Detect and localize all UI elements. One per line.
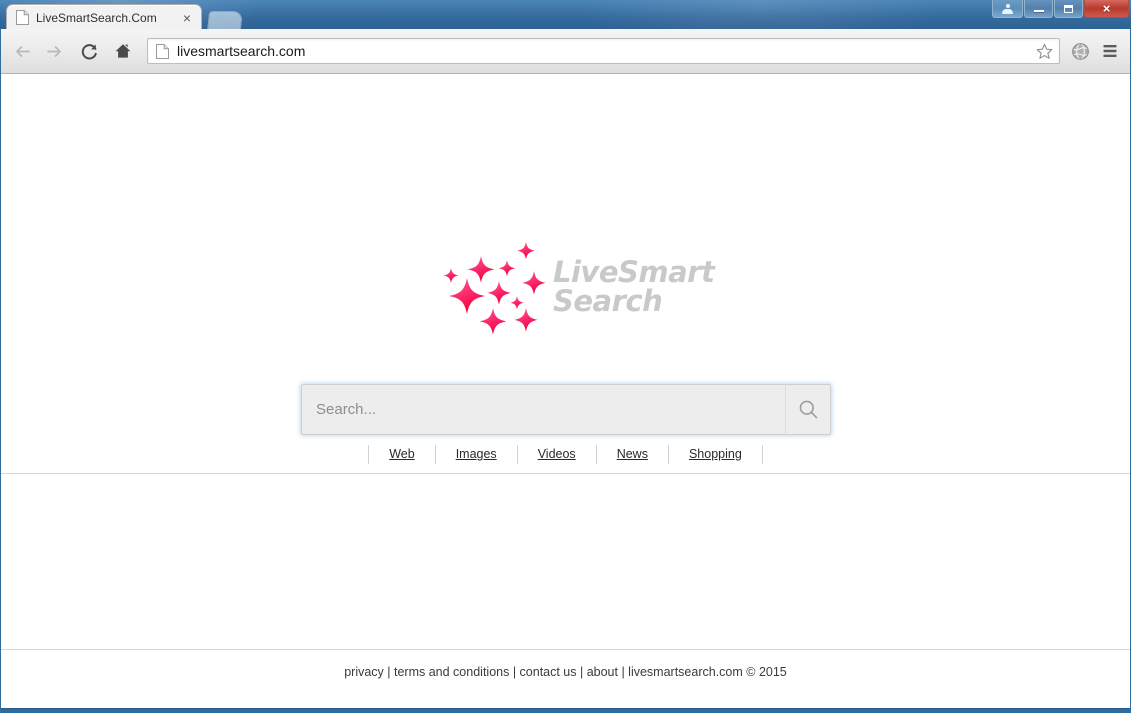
search-icon xyxy=(799,400,817,419)
browser-window: × LiveSmartSearch.Com × livesmartsearch.… xyxy=(0,0,1131,713)
tab-title: LiveSmartSearch.Com xyxy=(36,10,157,25)
minimize-icon xyxy=(1033,10,1044,12)
footer: privacy | terms and conditions | contact… xyxy=(1,665,1130,679)
maximize-button[interactable] xyxy=(1054,0,1083,18)
search-bar xyxy=(301,384,831,435)
nav-link-videos[interactable]: Videos xyxy=(518,445,596,464)
nav-link-images[interactable]: Images xyxy=(436,445,517,464)
divider-bottom xyxy=(1,649,1130,650)
back-arrow-icon xyxy=(16,45,30,57)
new-tab-button[interactable] xyxy=(207,11,243,30)
reload-icon xyxy=(81,43,97,59)
page-icon xyxy=(16,10,29,25)
divider-top xyxy=(1,473,1130,474)
address-bar[interactable]: livesmartsearch.com xyxy=(147,38,1060,64)
close-window-button[interactable]: × xyxy=(1084,0,1129,18)
category-nav: Web Images Videos News Shopping xyxy=(1,445,1130,464)
nav-link-shopping[interactable]: Shopping xyxy=(669,445,762,464)
logo-text: LiveSmart Search xyxy=(553,255,715,318)
search-input[interactable] xyxy=(301,384,785,435)
hero-section: LiveSmart Search Web Images Videos xyxy=(1,74,1130,474)
forward-button[interactable] xyxy=(40,37,69,66)
footer-text[interactable]: privacy | terms and conditions | contact… xyxy=(344,665,787,679)
maximize-icon xyxy=(1064,4,1073,13)
back-button[interactable] xyxy=(8,37,37,66)
nav-separator xyxy=(761,445,763,464)
menu-button[interactable] xyxy=(1095,37,1124,66)
forward-arrow-icon xyxy=(47,45,61,57)
globe-icon[interactable] xyxy=(1066,37,1095,66)
site-logo: LiveSmart Search xyxy=(437,236,715,336)
sparkles-icon xyxy=(443,242,546,334)
page-icon xyxy=(156,43,169,59)
close-icon: × xyxy=(1102,0,1111,16)
hamburger-icon xyxy=(1103,45,1116,57)
person-icon xyxy=(1002,3,1013,14)
reload-button[interactable] xyxy=(75,37,104,66)
browser-tab[interactable]: LiveSmartSearch.Com × xyxy=(6,4,202,30)
home-icon xyxy=(115,44,130,58)
bookmark-star-icon[interactable] xyxy=(1032,39,1056,63)
page-viewport: LiveSmart Search Web Images Videos xyxy=(1,74,1130,708)
address-bar-url: livesmartsearch.com xyxy=(177,43,306,59)
tab-strip: LiveSmartSearch.Com × xyxy=(0,0,1131,30)
search-button[interactable] xyxy=(785,384,831,435)
nav-link-news[interactable]: News xyxy=(597,445,668,464)
browser-toolbar: livesmartsearch.com xyxy=(1,29,1130,74)
tab-close-button[interactable]: × xyxy=(179,10,195,26)
minimize-button[interactable] xyxy=(1024,0,1053,18)
home-button[interactable] xyxy=(108,37,137,66)
nav-link-web[interactable]: Web xyxy=(369,445,434,464)
window-caption-buttons: × xyxy=(991,0,1129,18)
user-profile-button[interactable] xyxy=(992,0,1023,18)
